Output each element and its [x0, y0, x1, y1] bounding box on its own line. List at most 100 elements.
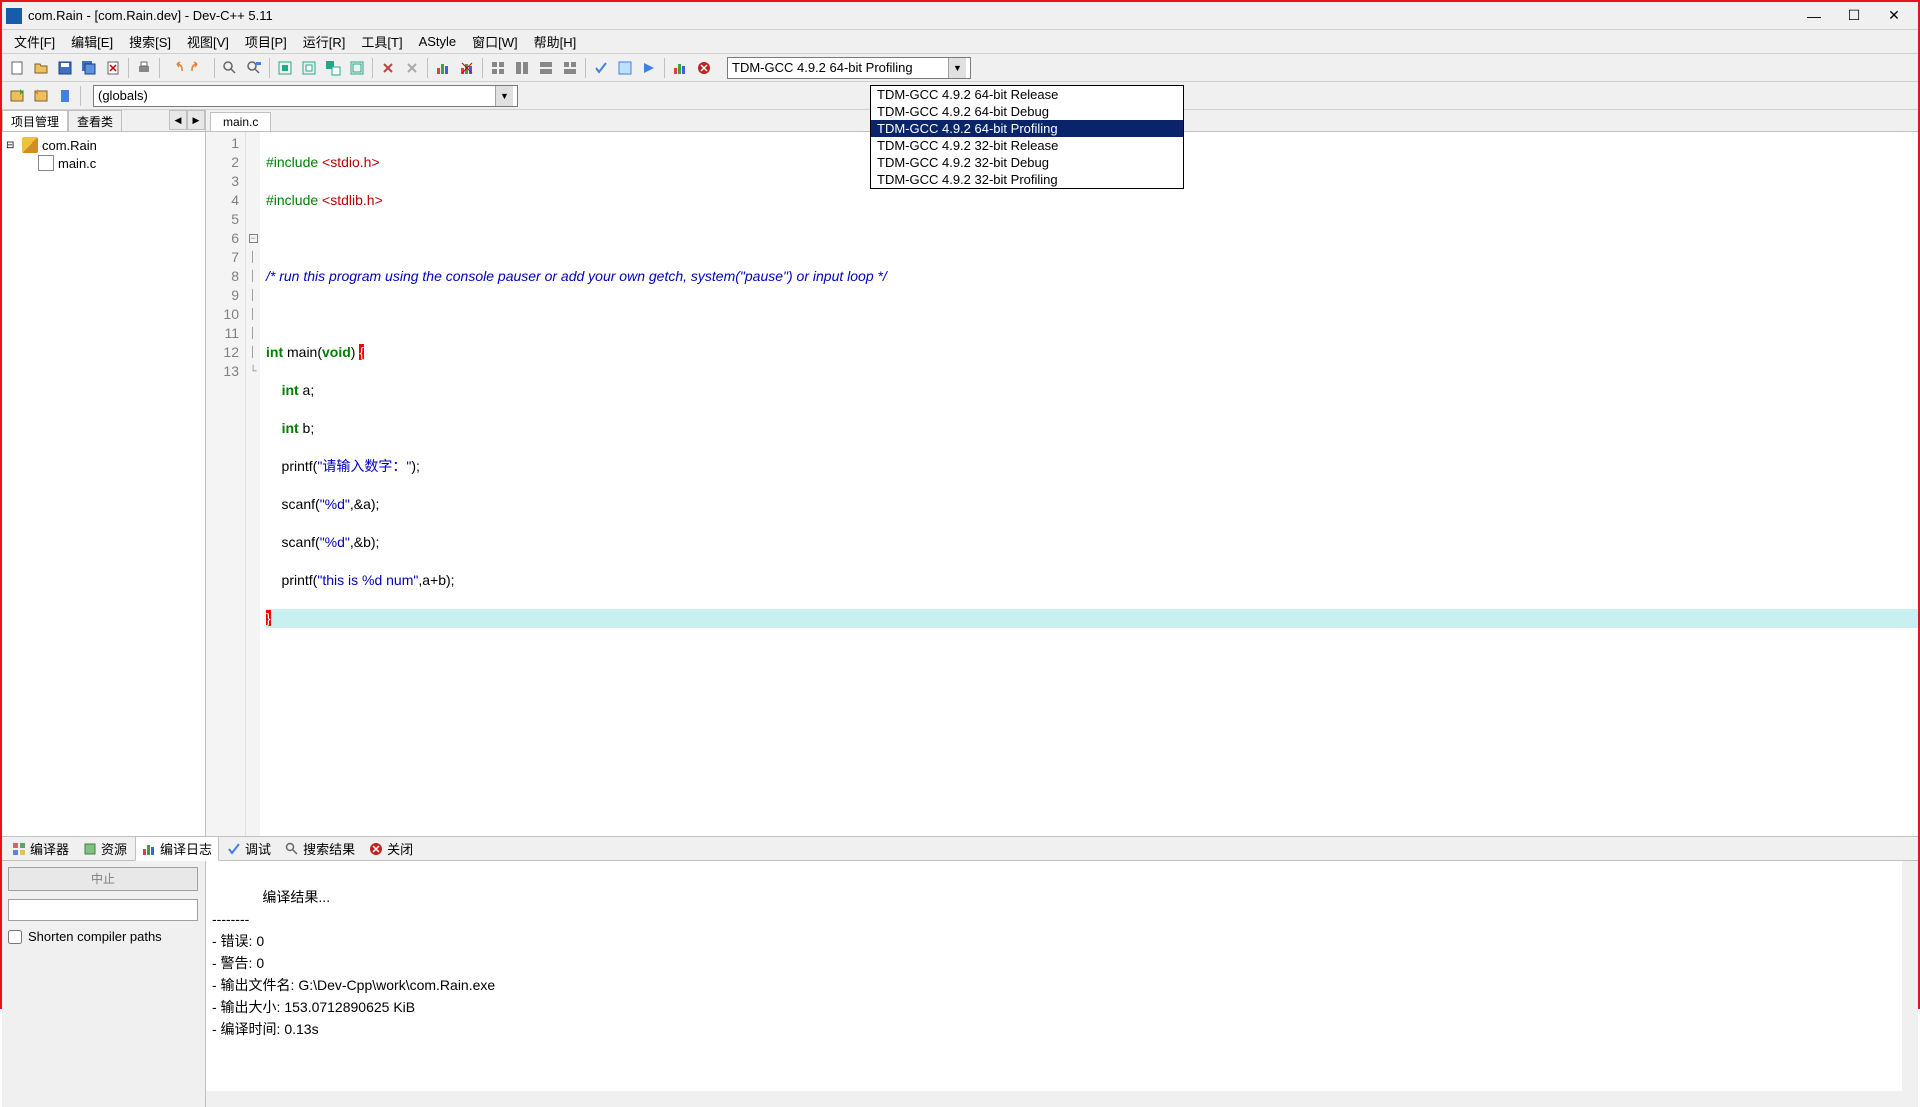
filter-input[interactable] [8, 899, 198, 921]
editor-tab[interactable]: main.c [210, 112, 271, 131]
tab-resources[interactable]: 资源 [77, 837, 133, 860]
replace-button[interactable] [243, 57, 265, 79]
undo-button[interactable] [164, 57, 186, 79]
close-file-button[interactable] [102, 57, 124, 79]
bookmark-toggle-button[interactable] [54, 85, 76, 107]
left-panel: 项目管理 查看类 ◀ ▶ ⊟ com.Rain main.c [2, 110, 206, 836]
search-icon [285, 842, 299, 856]
window-tile-button[interactable] [487, 57, 509, 79]
stop-debug-button[interactable] [401, 57, 423, 79]
window-title: com.Rain - [com.Rain.dev] - Dev-C++ 5.11 [28, 8, 1804, 23]
redo-button[interactable] [188, 57, 210, 79]
compile-run-button[interactable] [322, 57, 344, 79]
debug-button[interactable] [377, 57, 399, 79]
tab-prev-button[interactable]: ◀ [169, 110, 187, 130]
code-content[interactable]: #include <stdio.h> #include <stdlib.h> /… [260, 132, 1918, 836]
run-button[interactable] [298, 57, 320, 79]
save-all-button[interactable] [78, 57, 100, 79]
editor-wrap: main.c 123 456 789 101112 13 − ││││││└ #… [206, 110, 1918, 836]
chevron-down-icon: ▼ [495, 86, 513, 106]
bookmark-button[interactable] [614, 57, 636, 79]
goto-button[interactable] [638, 57, 660, 79]
tab-classes[interactable]: 查看类 [68, 110, 122, 131]
project-node[interactable]: ⊟ com.Rain [6, 136, 201, 154]
compiler-dropdown[interactable]: TDM-GCC 4.9.2 64-bit Release TDM-GCC 4.9… [870, 85, 1184, 189]
compiler-select[interactable]: TDM-GCC 4.9.2 64-bit Profiling ▼ [727, 57, 971, 79]
check-button[interactable] [590, 57, 612, 79]
compile-button[interactable] [274, 57, 296, 79]
insert-button[interactable] [30, 85, 52, 107]
file-icon [38, 155, 54, 171]
file-node[interactable]: main.c [34, 154, 201, 172]
open-button[interactable] [30, 57, 52, 79]
shorten-paths-checkbox[interactable]: Shorten compiler paths [8, 929, 199, 944]
titlebar: com.Rain - [com.Rain.dev] - Dev-C++ 5.11… [2, 2, 1918, 30]
vertical-scrollbar[interactable] [1902, 861, 1918, 1107]
tab-compile-log[interactable]: 编译日志 [135, 836, 219, 861]
code-editor[interactable]: 123 456 789 101112 13 − ││││││└ #include… [206, 132, 1918, 836]
tab-project[interactable]: 项目管理 [2, 110, 68, 131]
compiler-option[interactable]: TDM-GCC 4.9.2 32-bit Debug [871, 154, 1183, 171]
tab-compiler[interactable]: 编译器 [6, 837, 75, 860]
menu-window[interactable]: 窗口[W] [464, 30, 526, 53]
menu-help[interactable]: 帮助[H] [526, 30, 585, 53]
left-tabs: 项目管理 查看类 ◀ ▶ [2, 110, 205, 132]
menu-project[interactable]: 项目[P] [237, 30, 295, 53]
print-button[interactable] [133, 57, 155, 79]
delete-profile-button[interactable] [456, 57, 478, 79]
minimize-button[interactable]: — [1804, 6, 1824, 26]
tab-close[interactable]: 关闭 [363, 837, 419, 860]
find-button[interactable] [219, 57, 241, 79]
main-area: 项目管理 查看类 ◀ ▶ ⊟ com.Rain main.c main.c [2, 110, 1918, 836]
tab-debug[interactable]: 调试 [221, 837, 277, 860]
project-tree: ⊟ com.Rain main.c [2, 132, 205, 836]
resource-icon [83, 842, 97, 856]
chart-icon [142, 842, 156, 856]
bottom-left-controls: 中止 Shorten compiler paths [2, 861, 206, 1107]
bottom-tabs: 编译器 资源 编译日志 调试 搜索结果 关闭 [2, 837, 1918, 861]
menu-run[interactable]: 运行[R] [295, 30, 354, 53]
compiler-option[interactable]: TDM-GCC 4.9.2 64-bit Debug [871, 103, 1183, 120]
window-prev-button[interactable] [559, 57, 581, 79]
new-project-button[interactable] [6, 85, 28, 107]
tab-next-button[interactable]: ▶ [187, 110, 205, 130]
compiler-selected-label: TDM-GCC 4.9.2 64-bit Profiling [732, 60, 913, 75]
stop-button[interactable]: 中止 [8, 867, 198, 891]
maximize-button[interactable]: ☐ [1844, 6, 1864, 26]
menu-file[interactable]: 文件[F] [6, 30, 63, 53]
menu-edit[interactable]: 编辑[E] [63, 30, 121, 53]
menu-astyle[interactable]: AStyle [411, 32, 465, 51]
collapse-icon[interactable]: ⊟ [6, 140, 18, 151]
horizontal-scrollbar[interactable] [206, 1091, 1902, 1107]
line-gutter: 123 456 789 101112 13 [206, 132, 246, 836]
menu-tools[interactable]: 工具[T] [353, 30, 410, 53]
scope-select[interactable]: (globals) ▼ [93, 85, 518, 107]
new-file-button[interactable] [6, 57, 28, 79]
app-icon [6, 8, 22, 24]
profile-analysis-button[interactable] [669, 57, 691, 79]
compiler-option[interactable]: TDM-GCC 4.9.2 64-bit Release [871, 86, 1183, 103]
window-next-button[interactable] [535, 57, 557, 79]
save-button[interactable] [54, 57, 76, 79]
compile-output[interactable]: 编译结果... -------- - 错误: 0 - 警告: 0 - 输出文件名… [206, 861, 1918, 1107]
compiler-option[interactable]: TDM-GCC 4.9.2 32-bit Release [871, 137, 1183, 154]
scope-label: (globals) [98, 88, 148, 103]
chevron-down-icon: ▼ [948, 58, 966, 78]
menu-search[interactable]: 搜索[S] [121, 30, 179, 53]
close-button[interactable]: ✕ [1884, 6, 1904, 26]
compiler-option[interactable]: TDM-GCC 4.9.2 32-bit Profiling [871, 171, 1183, 188]
rebuild-button[interactable] [346, 57, 368, 79]
checkbox-input[interactable] [8, 930, 22, 944]
toolbar-main: TDM-GCC 4.9.2 64-bit Profiling ▼ [2, 54, 1918, 82]
shorten-label: Shorten compiler paths [28, 929, 162, 944]
fold-toggle-icon[interactable]: − [249, 234, 258, 243]
menu-view[interactable]: 视图[V] [179, 30, 237, 53]
profile-delete-button[interactable] [693, 57, 715, 79]
profile-button[interactable] [432, 57, 454, 79]
project-icon [22, 137, 38, 153]
compiler-option[interactable]: TDM-GCC 4.9.2 64-bit Profiling [871, 120, 1183, 137]
bottom-panel: 编译器 资源 编译日志 调试 搜索结果 关闭 中止 Shorten compil… [2, 836, 1918, 1041]
bottom-content: 中止 Shorten compiler paths 编译结果... ------… [2, 861, 1918, 1107]
tab-search-results[interactable]: 搜索结果 [279, 837, 361, 860]
window-cascade-button[interactable] [511, 57, 533, 79]
